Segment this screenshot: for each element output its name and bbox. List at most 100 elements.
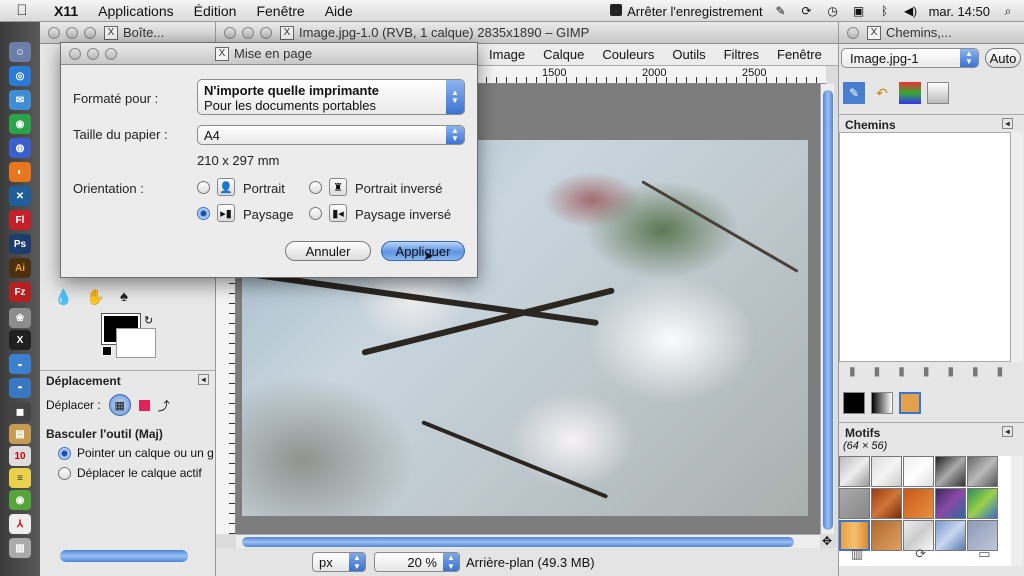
move-layer-mode-icon[interactable]: ▦ bbox=[108, 394, 131, 416]
navigate-icon[interactable]: ✥ bbox=[822, 534, 832, 548]
dock-book-icon[interactable]: ▤ bbox=[9, 424, 31, 444]
path-to-selection-icon[interactable]: ▮ bbox=[947, 364, 954, 378]
dialog-close-button[interactable] bbox=[69, 47, 81, 60]
radio-landscape-reversed[interactable] bbox=[309, 207, 322, 220]
path-new-icon[interactable]: ▮ bbox=[849, 364, 856, 378]
stop-recording-button[interactable]: Arrêter l'enregistrement bbox=[610, 3, 763, 19]
vertical-scrollbar[interactable] bbox=[820, 84, 834, 534]
auto-button[interactable]: Auto bbox=[985, 48, 1021, 68]
option-pick-layer[interactable]: Pointer un calque ou un g bbox=[58, 446, 214, 461]
background-color-swatch[interactable] bbox=[116, 328, 156, 358]
pattern-cell[interactable] bbox=[935, 456, 966, 487]
dodge-tool-icon[interactable]: ♠ bbox=[120, 288, 128, 305]
clock[interactable]: mar. 14:50 bbox=[929, 4, 990, 19]
menu-fenetre[interactable]: Fenêtre bbox=[246, 3, 314, 19]
dock-disk-icon[interactable]: ◓ bbox=[9, 378, 31, 398]
image-window-titlebar[interactable]: X Image.jpg-1.0 (RVB, 1 calque) 2835x189… bbox=[216, 22, 838, 44]
close-window-button[interactable] bbox=[48, 26, 60, 39]
dock-camera-icon[interactable]: ◼ bbox=[9, 402, 31, 422]
pattern-delete-icon[interactable]: ▥ bbox=[851, 546, 863, 562]
landscape-reversed-label[interactable]: Paysage inversé bbox=[355, 207, 451, 222]
dialog-minimize-button[interactable] bbox=[87, 47, 99, 60]
dock-pdf-icon[interactable]: ⅄ bbox=[9, 514, 31, 534]
dialog-zoom-button[interactable] bbox=[105, 47, 117, 60]
panel-menu-icon[interactable]: ◂ bbox=[198, 374, 209, 385]
toolbox-titlebar[interactable]: X Boîte... bbox=[40, 22, 215, 44]
pattern-cell[interactable] bbox=[967, 488, 998, 519]
menu-applications[interactable]: Applications bbox=[88, 3, 184, 19]
tab-channels-icon[interactable] bbox=[899, 82, 921, 104]
radio-portrait[interactable] bbox=[197, 181, 210, 194]
pattern-cell[interactable] bbox=[839, 488, 870, 519]
dock-close-button[interactable] bbox=[847, 26, 859, 39]
dock-spotify-icon[interactable]: ◉ bbox=[9, 490, 31, 510]
printer-selector[interactable]: N'importe quelle imprimante Pour les doc… bbox=[197, 79, 465, 115]
image-minimize-button[interactable] bbox=[242, 26, 254, 39]
menu-app-x11[interactable]: X11 bbox=[44, 3, 88, 19]
zoom-window-button[interactable] bbox=[84, 26, 96, 39]
pattern-cell[interactable] bbox=[967, 456, 998, 487]
tab-gradients-icon[interactable] bbox=[871, 392, 893, 414]
portrait-label[interactable]: Portrait bbox=[243, 181, 285, 196]
dock-network-icon[interactable]: ◒ bbox=[9, 354, 31, 374]
swap-colors-icon[interactable]: ↻ bbox=[144, 314, 153, 327]
dock-flash-icon[interactable]: Fl bbox=[9, 210, 31, 230]
landscape-label[interactable]: Paysage bbox=[243, 207, 294, 222]
dock-notes-icon[interactable]: ≡ bbox=[9, 468, 31, 488]
path-delete-icon[interactable]: ▮ bbox=[997, 364, 1004, 378]
image-zoom-button[interactable] bbox=[260, 26, 272, 39]
display-icon[interactable]: ▣ bbox=[851, 3, 867, 19]
image-selector[interactable]: Image.jpg-1 ▲ ▼ bbox=[841, 48, 979, 68]
dock-filezilla-icon[interactable]: Fz bbox=[9, 282, 31, 302]
dock-photoshop-icon[interactable]: Ps bbox=[9, 234, 31, 254]
right-dock-titlebar[interactable]: X Chemins,... bbox=[839, 22, 1024, 44]
radio-pick-layer[interactable] bbox=[58, 447, 71, 461]
patterns-panel-menu-icon[interactable]: ◂ bbox=[1002, 426, 1013, 437]
patterns-scrollbar[interactable] bbox=[1011, 456, 1023, 566]
tab-paths-icon[interactable]: ✎ bbox=[843, 82, 865, 104]
portrait-reversed-label[interactable]: Portrait inversé bbox=[355, 181, 442, 196]
dock-safari-icon[interactable]: ◍ bbox=[9, 138, 31, 158]
pattern-cell[interactable] bbox=[839, 456, 870, 487]
paths-list[interactable] bbox=[839, 132, 1011, 362]
radio-portrait-reversed[interactable] bbox=[309, 181, 322, 194]
dialog-titlebar[interactable]: X Mise en page bbox=[61, 43, 477, 65]
move-selection-mode-icon[interactable] bbox=[138, 399, 150, 411]
pattern-cell[interactable] bbox=[903, 456, 934, 487]
path-lower-icon[interactable]: ▮ bbox=[898, 364, 905, 378]
gimp-menu-image[interactable]: Image bbox=[480, 47, 534, 62]
menu-aide[interactable]: Aide bbox=[315, 3, 363, 19]
tab-layers-icon[interactable] bbox=[927, 82, 949, 104]
sync-icon[interactable]: ⟳ bbox=[799, 3, 815, 19]
bluetooth-icon[interactable]: ᛒ bbox=[877, 3, 893, 19]
dock-mail-icon[interactable]: ✉ bbox=[9, 90, 31, 110]
tab-brushes-icon[interactable] bbox=[843, 392, 865, 414]
gimp-menu-outils[interactable]: Outils bbox=[663, 47, 714, 62]
tab-undo-icon[interactable]: ↶ bbox=[871, 82, 893, 104]
dock-trash-icon[interactable]: ▥ bbox=[9, 538, 31, 558]
path-stroke-icon[interactable]: ▮ bbox=[972, 364, 979, 378]
dock-finder-icon[interactable]: ☺ bbox=[9, 42, 31, 62]
smudge-tool-icon[interactable]: ✋ bbox=[86, 288, 105, 306]
zoom-selector[interactable]: 20 % ▲ ▼ bbox=[374, 552, 460, 572]
option-move-active[interactable]: Déplacer le calque actif bbox=[58, 466, 202, 481]
spotlight-search-icon[interactable]: ⌕ bbox=[1000, 3, 1016, 19]
pattern-cell[interactable] bbox=[935, 488, 966, 519]
path-raise-icon[interactable]: ▮ bbox=[874, 364, 881, 378]
dock-x11-icon[interactable]: ✕ bbox=[9, 186, 31, 206]
dock-calendar-icon[interactable]: 10 bbox=[9, 446, 31, 466]
toolbox-scrollbar[interactable] bbox=[60, 550, 188, 562]
pattern-folder-icon[interactable]: ▭ bbox=[978, 546, 990, 562]
tab-patterns-icon[interactable] bbox=[899, 392, 921, 414]
horizontal-scroll-thumb[interactable] bbox=[242, 537, 794, 547]
gimp-menu-fenetre[interactable]: Fenêtre bbox=[768, 47, 831, 62]
pattern-cell[interactable] bbox=[903, 488, 934, 519]
horizontal-scrollbar[interactable] bbox=[236, 534, 820, 548]
radio-move-active[interactable] bbox=[58, 467, 71, 481]
paper-size-selector[interactable]: A4 ▲ ▼ bbox=[197, 125, 465, 145]
pattern-cell[interactable] bbox=[871, 456, 902, 487]
volume-icon[interactable]: ◀) bbox=[903, 3, 919, 19]
vertical-scroll-thumb[interactable] bbox=[823, 90, 833, 530]
dock-facetime-icon[interactable]: ◉ bbox=[9, 114, 31, 134]
dock-illustrator-icon[interactable]: Ai bbox=[9, 258, 31, 278]
